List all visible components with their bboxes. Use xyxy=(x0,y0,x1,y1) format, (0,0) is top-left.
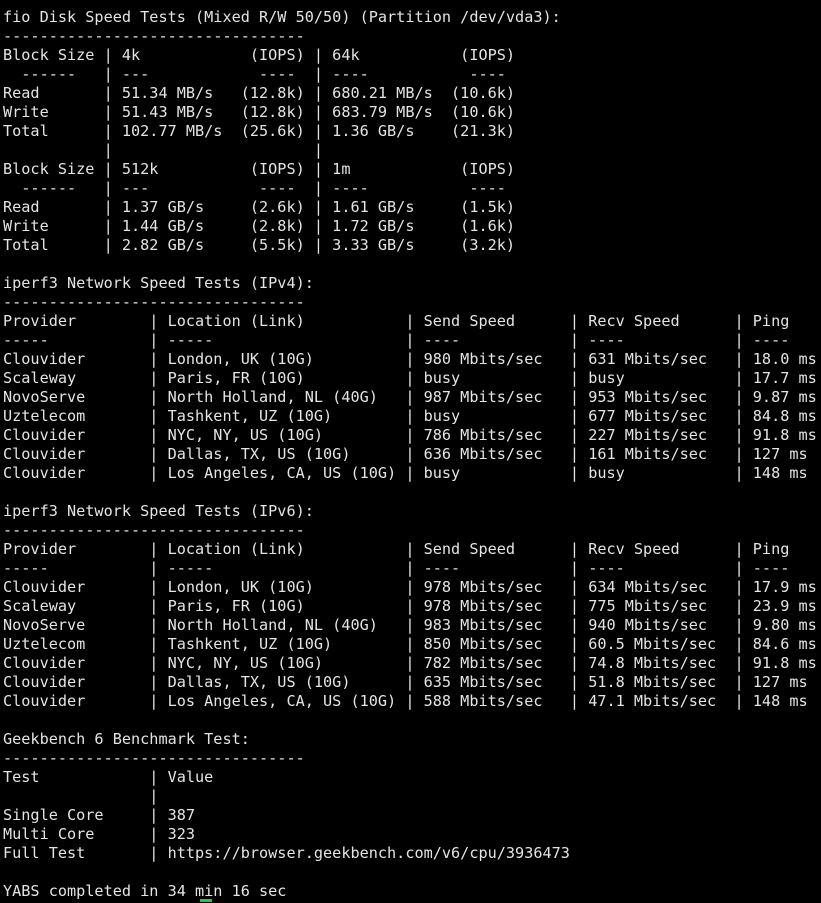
iperf-row: Uztelecom | Tashkent, UZ (10G) | 850 Mbi… xyxy=(3,635,817,653)
fio-row-read: Read | 1.37 GB/s (2.6k) | 1.61 GB/s (1.5… xyxy=(3,198,516,216)
iperf-row: Clouvider | Dallas, TX, US (10G) | 636 M… xyxy=(3,445,808,463)
fio-spacer-row: | | xyxy=(3,141,324,159)
geekbench-header-row: Test | Value xyxy=(3,768,214,786)
iperf-row: Clouvider | NYC, NY, US (10G) | 786 Mbit… xyxy=(3,426,817,444)
iperf-row: Clouvider | London, UK (10G) | 980 Mbits… xyxy=(3,350,817,368)
fio-row-total: Total | 102.77 MB/s (25.6k) | 1.36 GB/s … xyxy=(3,122,516,140)
iperf-header-rule: ----- | ----- | ---- | ---- | ---- xyxy=(3,559,790,577)
geekbench-row-full-test-link[interactable]: Full Test | https://browser.geekbench.co… xyxy=(3,844,821,863)
fio-title: fio Disk Speed Tests (Mixed R/W 50/50) (… xyxy=(3,8,561,26)
fio-header-row: Block Size | 4k (IOPS) | 64k (IOPS) xyxy=(3,46,516,64)
fio-row-write: Write | 1.44 GB/s (2.8k) | 1.72 GB/s (1.… xyxy=(3,217,516,235)
geekbench-row-single-core: Single Core | 387 xyxy=(3,806,196,824)
geekbench-title-rule: --------------------------------- xyxy=(3,749,305,767)
fio-header-rule: ------ | --- ---- | ---- ---- xyxy=(3,65,506,83)
fio-header-row: Block Size | 512k (IOPS) | 1m (IOPS) xyxy=(3,160,516,178)
fio-row-total: Total | 2.82 GB/s (5.5k) | 3.33 GB/s (3.… xyxy=(3,236,516,254)
yabs-completed-status: YABS completed in 34 min 16 sec xyxy=(3,882,287,900)
iperf-ipv6-title-rule: --------------------------------- xyxy=(3,521,305,539)
iperf-header-rule: ----- | ----- | ---- | ---- | ---- xyxy=(3,331,790,349)
iperf-row: Clouvider | Los Angeles, CA, US (10G) | … xyxy=(3,692,808,710)
iperf-row: NovoServe | North Holland, NL (40G) | 98… xyxy=(3,616,817,634)
fio-title-rule: --------------------------------- xyxy=(3,27,305,45)
iperf-header-row: Provider | Location (Link) | Send Speed … xyxy=(3,540,790,558)
geekbench-title: Geekbench 6 Benchmark Test: xyxy=(3,730,250,748)
iperf-row: Clouvider | London, UK (10G) | 978 Mbits… xyxy=(3,578,817,596)
terminal-cursor xyxy=(200,899,212,902)
iperf-header-row: Provider | Location (Link) | Send Speed … xyxy=(3,312,790,330)
geekbench-spacer-row: | xyxy=(3,787,159,805)
iperf-row: NovoServe | North Holland, NL (40G) | 98… xyxy=(3,388,817,406)
iperf-ipv6-title: iperf3 Network Speed Tests (IPv6): xyxy=(3,502,314,520)
iperf-row: Scaleway | Paris, FR (10G) | 978 Mbits/s… xyxy=(3,597,817,615)
terminal-window[interactable]: fio Disk Speed Tests (Mixed R/W 50/50) (… xyxy=(0,0,821,903)
iperf-row: Uztelecom | Tashkent, UZ (10G) | busy | … xyxy=(3,407,817,425)
iperf-ipv4-title: iperf3 Network Speed Tests (IPv4): xyxy=(3,274,314,292)
fio-row-write: Write | 51.43 MB/s (12.8k) | 683.79 MB/s… xyxy=(3,103,516,121)
iperf-row: Scaleway | Paris, FR (10G) | busy | busy… xyxy=(3,369,817,387)
iperf-row: Clouvider | Dallas, TX, US (10G) | 635 M… xyxy=(3,673,808,691)
iperf-row: Clouvider | Los Angeles, CA, US (10G) | … xyxy=(3,464,808,482)
iperf-ipv4-title-rule: --------------------------------- xyxy=(3,293,305,311)
geekbench-row-multi-core: Multi Core | 323 xyxy=(3,825,196,843)
iperf-row: Clouvider | NYC, NY, US (10G) | 782 Mbit… xyxy=(3,654,817,672)
fio-header-rule: ------ | --- ---- | ---- ---- xyxy=(3,179,506,197)
fio-row-read: Read | 51.34 MB/s (12.8k) | 680.21 MB/s … xyxy=(3,84,516,102)
